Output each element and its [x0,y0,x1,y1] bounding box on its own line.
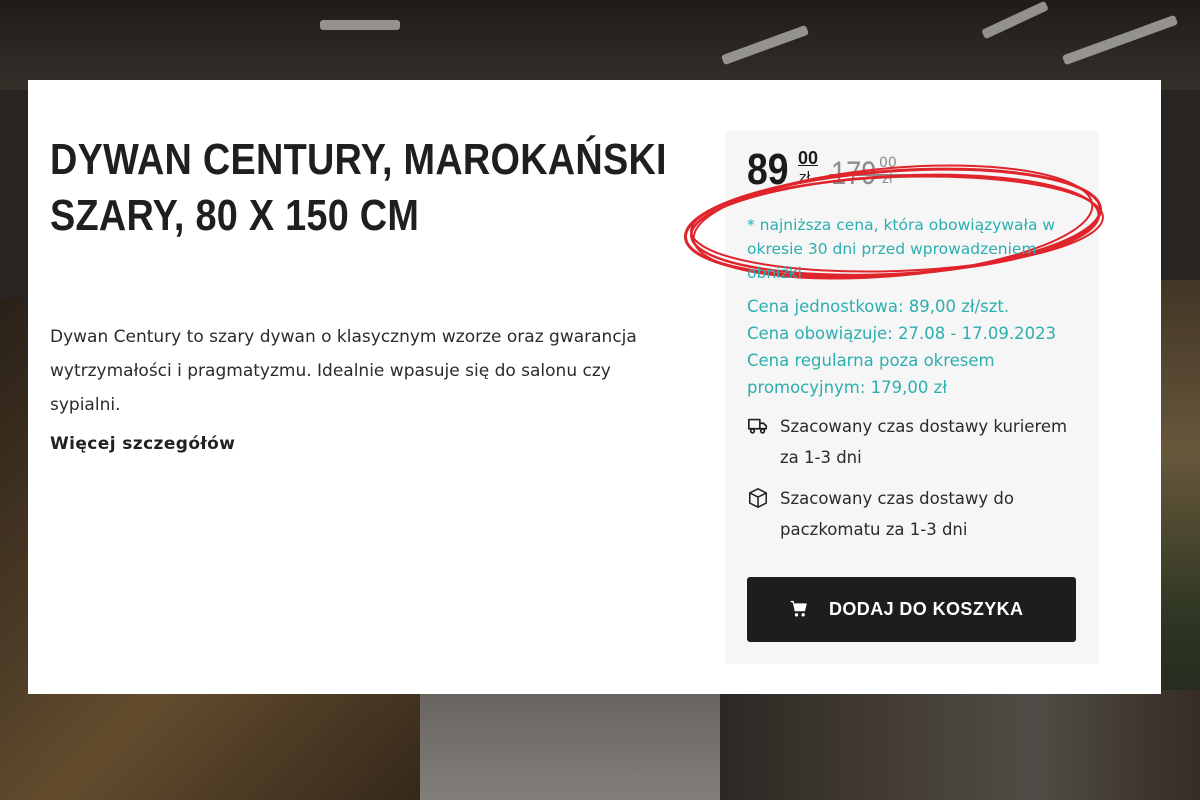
price-valid-period: Cena obowiązuje: 27.08 - 17.09.2023 [747,324,1057,343]
add-to-cart-button[interactable]: DODAJ DO KOSZYKA [747,577,1076,642]
lowest-price-note: * najniższa cena, która obowiązywała w o… [747,216,1056,282]
add-to-cart-label: DODAJ DO KOSZYKA [829,599,1024,619]
regular-price: Cena regularna poza okresem promocyjnym:… [747,351,995,397]
shipping-courier-text: Szacowany czas dostawy kurierem za 1-3 d… [780,417,1068,467]
price-panel: 89 00 zł 179 00 zł * najniższa cena, któ… [683,131,1104,664]
unit-price: Cena jednostkowa: 89,00 zł/szt. [747,297,1010,316]
shipping-parcel-locker: Szacowany czas dostawy do paczkomatu za … [747,483,1077,547]
package-box-icon [748,488,768,508]
product-title: DYWAN CENTURY, MAROKAŃSKI SZARY, 80 X 15… [50,135,667,240]
product-description: Dywan Century to szary dywan o klasyczny… [50,327,637,415]
cart-icon [790,600,807,617]
shipping-parcel-text: Szacowany czas dostawy do paczkomatu za … [780,489,1014,539]
delivery-truck-icon [748,418,768,434]
price-info: Cena jednostkowa: 89,00 zł/szt. Cena obo… [747,293,1087,401]
product-card: DYWAN CENTURY, MAROKAŃSKI SZARY, 80 X 15… [28,80,1161,694]
more-details-link[interactable]: Więcej szczegółów [50,434,235,454]
shipping-courier: Szacowany czas dostawy kurierem za 1-3 d… [747,411,1077,475]
